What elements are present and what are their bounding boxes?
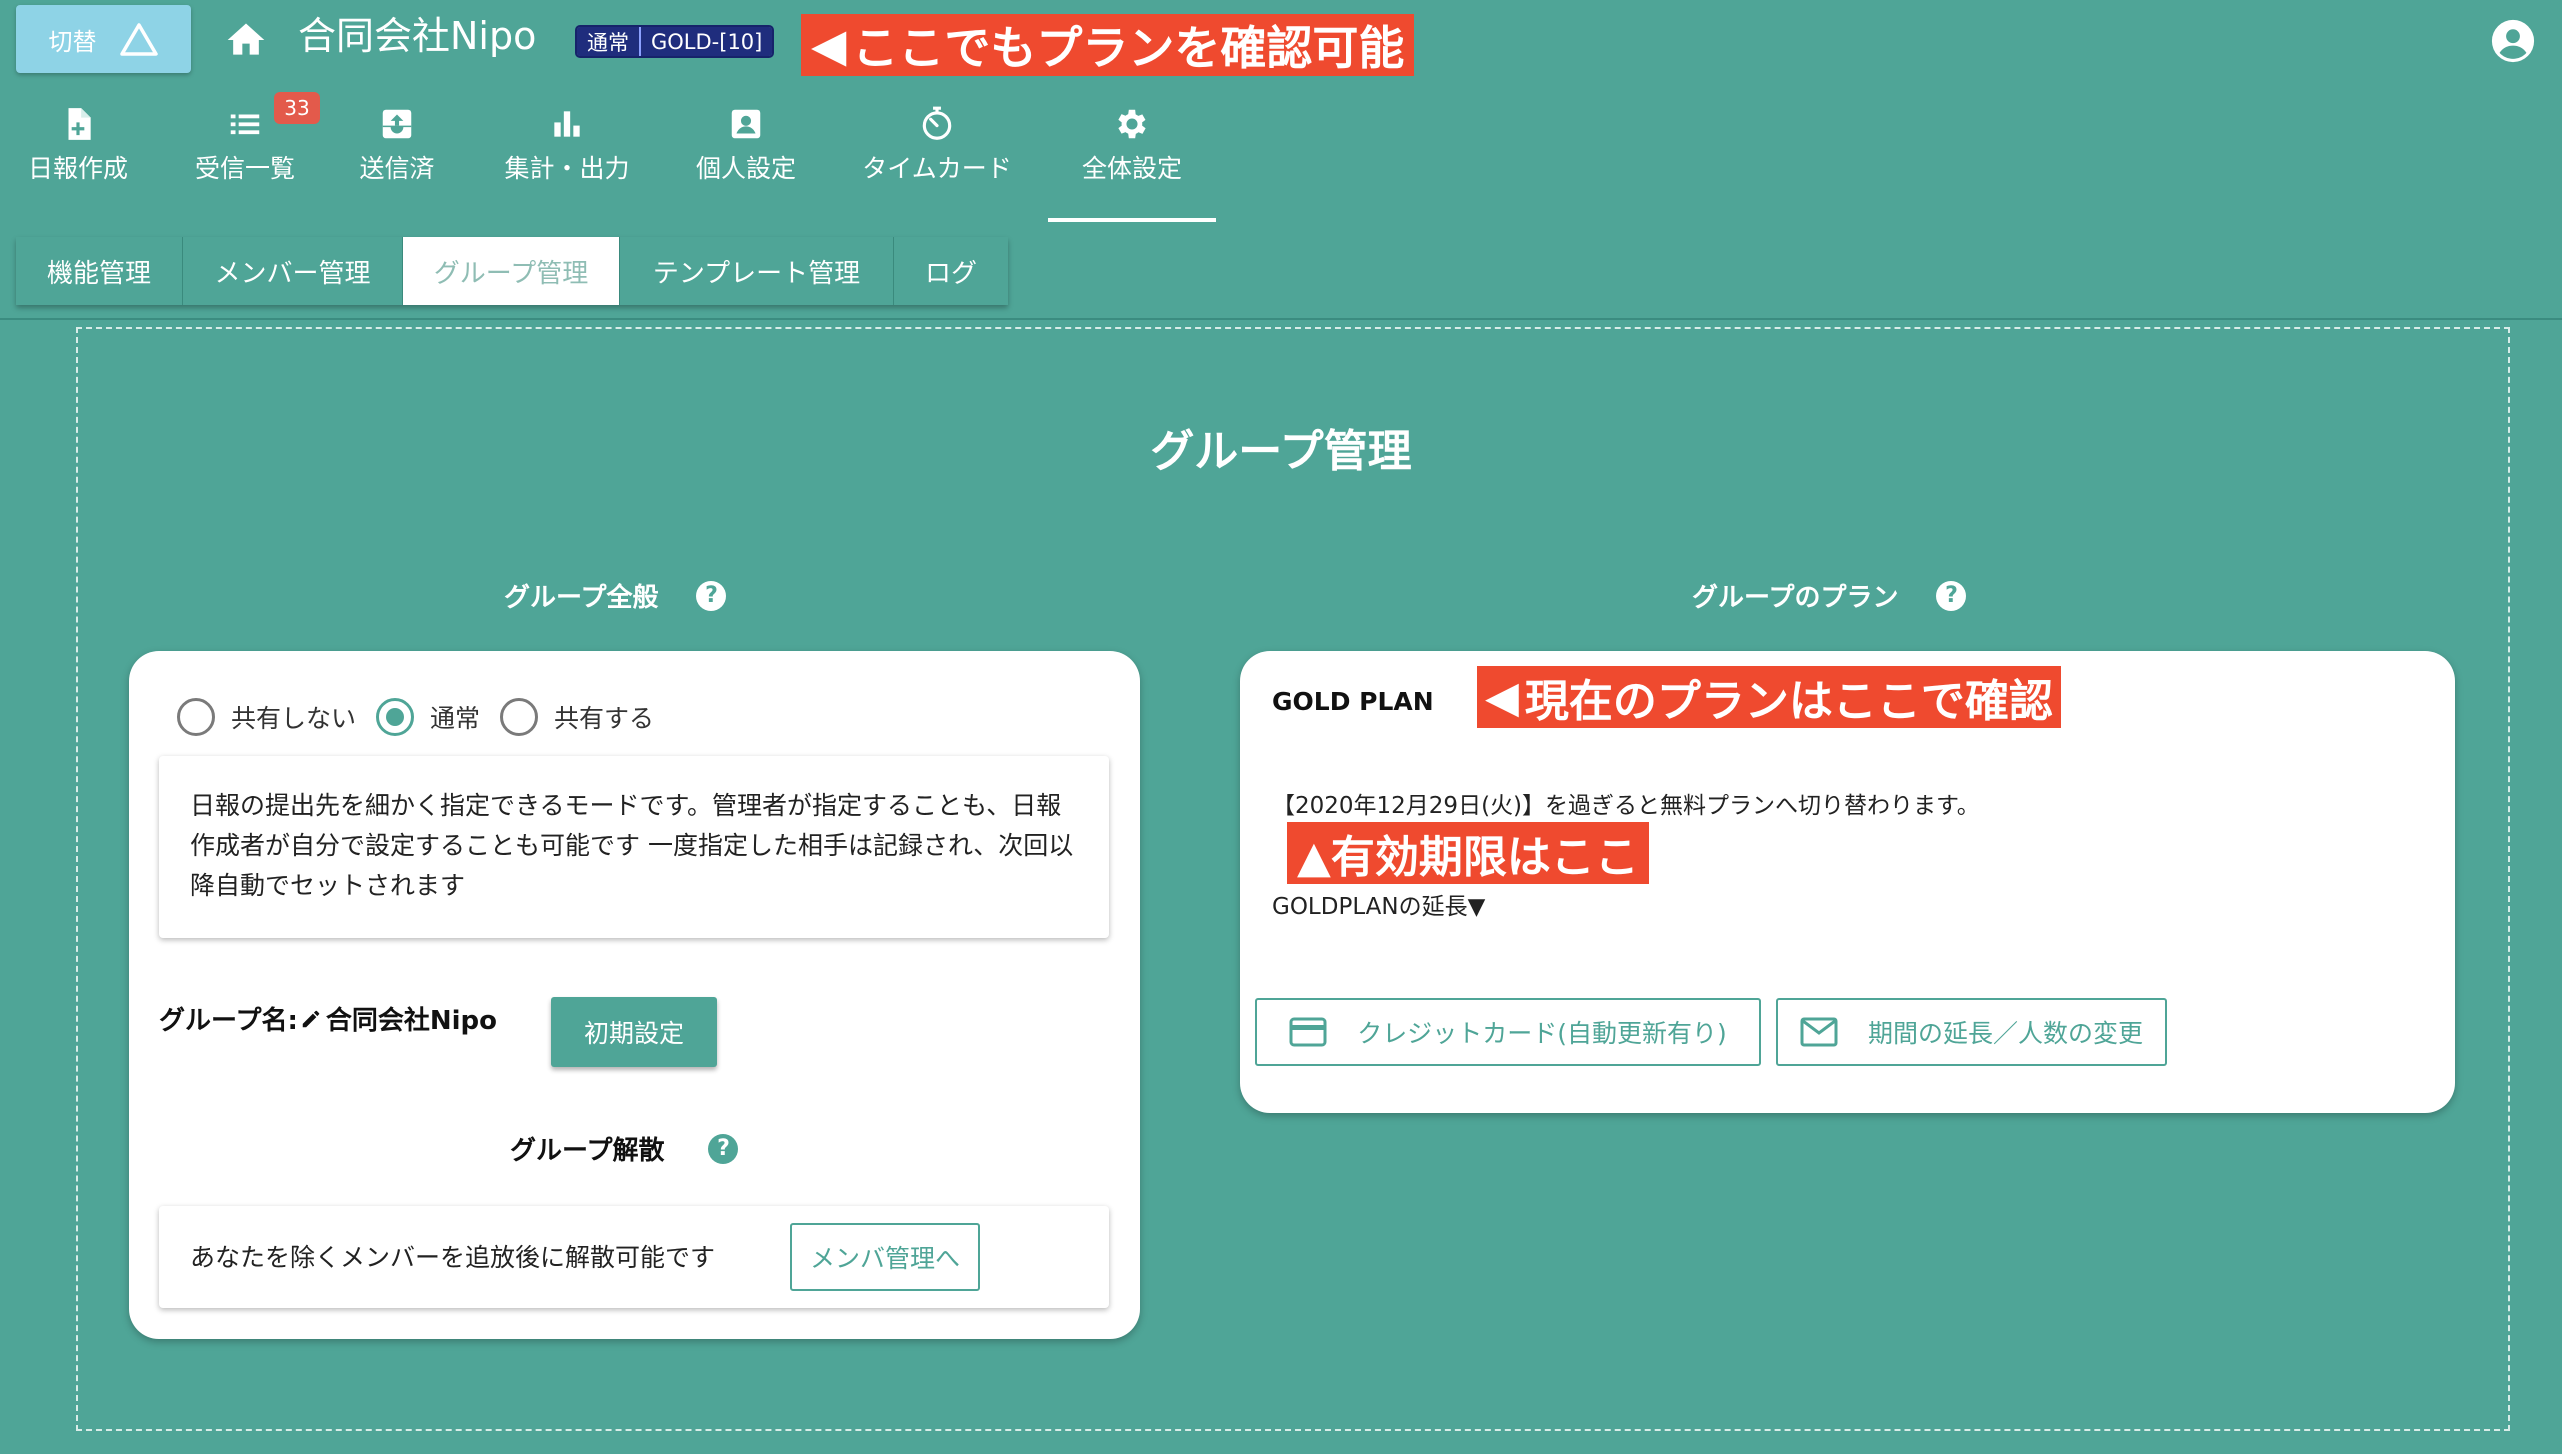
file-plus-icon [68, 108, 91, 140]
person-box-icon [731, 109, 761, 139]
help-icon[interactable]: ? [708, 1133, 739, 1164]
section-heading-label: グループ全般 [504, 583, 659, 613]
inbox-upload-icon [382, 109, 412, 139]
section-heading-label: グループ解散 [510, 1136, 665, 1166]
disband-text: あなたを除くメンバーを追放後に解散可能です [190, 1243, 716, 1272]
share-mode-radio-group: 共有しない 通常 共有する [177, 698, 674, 736]
help-icon[interactable]: ? [1936, 580, 1967, 611]
active-nav-indicator [1048, 218, 1216, 222]
nav-label: 送信済 [359, 154, 435, 183]
nav-aggregate-export[interactable]: 集計・出力 [497, 105, 637, 195]
plan-expiry-text: 【2020年12月29日(火)】を過ぎると無料プランへ切り替わります。 [1272, 793, 1980, 819]
left-triangle-icon: ◀ [811, 18, 847, 72]
nav-label: 個人設定 [695, 154, 796, 183]
nav-sent[interactable]: 送信済 [352, 105, 442, 195]
credit-card-button[interactable]: クレジットカード(自動更新有り) [1255, 998, 1761, 1066]
home-icon[interactable] [222, 18, 270, 62]
radio-label: 通常 [430, 704, 481, 733]
timer-icon [922, 106, 952, 140]
bar-chart-icon [554, 111, 580, 137]
nav-label: タイムカード [862, 154, 1012, 183]
group-name-row: グループ名: 合同会社Nipo [159, 1000, 497, 1037]
nav-daily-report-create[interactable]: 日報作成 [22, 105, 134, 195]
mail-icon [1800, 1017, 1838, 1047]
credit-card-button-label: クレジットカード(自動更新有り) [1357, 1019, 1727, 1048]
mode-description: 日報の提出先を細かく指定できるモードです。管理者が指定することも、日報作成者が自… [190, 791, 1074, 900]
plan-name: GOLD PLAN [1272, 687, 1434, 716]
member-management-button[interactable]: メンバ管理へ [790, 1223, 980, 1291]
pencil-icon[interactable] [300, 1008, 322, 1030]
callout-top-text: ここでもプランを確認可能 [852, 21, 1405, 75]
radio-share[interactable]: 共有する [500, 698, 654, 736]
group-name-label: グループ名: [159, 1006, 298, 1036]
credit-card-icon [1289, 1017, 1327, 1047]
callout-plan: ◀ 現在のプランはここで確認 [1477, 666, 2061, 728]
switch-label: 切替 [48, 27, 97, 56]
callout-plan-text: 現在のプランはここで確認 [1524, 676, 2053, 727]
radio-label: 共有する [554, 704, 655, 733]
page-title: グループ管理 [1150, 426, 1412, 477]
tab-log[interactable]: ログ [894, 237, 1008, 305]
radio-circle[interactable] [177, 698, 215, 736]
tab-group-management[interactable]: グループ管理 [403, 237, 620, 305]
callout-top: ◀ ここでもプランを確認可能 [801, 14, 1415, 76]
nav-global-settings[interactable]: 全体設定 [1074, 105, 1190, 195]
left-triangle-icon: ◀ [1485, 671, 1519, 723]
company-name: 合同会社Nipo [298, 14, 537, 58]
tab-template-management[interactable]: テンプレート管理 [620, 237, 894, 305]
nav-label: 全体設定 [1081, 154, 1182, 183]
radio-normal[interactable]: 通常 [376, 698, 480, 736]
help-icon[interactable]: ? [696, 580, 727, 611]
switch-button[interactable]: 切替 [16, 5, 191, 73]
plan-badge: 通常 GOLD-[10] [575, 25, 775, 58]
group-name-value: 合同会社Nipo [325, 1006, 497, 1036]
nav-label: 受信一覧 [194, 154, 295, 183]
radio-no-share[interactable]: 共有しない [177, 698, 356, 736]
unread-count-badge: 33 [274, 92, 320, 124]
radio-label: 共有しない [231, 704, 357, 733]
settings-subtabs: 機能管理 メンバー管理 グループ管理 テンプレート管理 ログ [16, 237, 1008, 305]
radio-circle-selected[interactable] [376, 698, 415, 736]
extend-period-button[interactable]: 期間の延長／人数の変更 [1776, 998, 2167, 1066]
plan-extend-toggle[interactable]: GOLDPLANの延長▼ [1272, 887, 1485, 921]
account-icon[interactable] [2490, 18, 2536, 64]
nav-label: 日報作成 [27, 154, 128, 183]
tab-member-management[interactable]: メンバー管理 [183, 237, 403, 305]
tab-feature-management[interactable]: 機能管理 [16, 237, 183, 305]
list-icon [230, 114, 260, 135]
nav-personal-settings[interactable]: 個人設定 [690, 105, 802, 195]
section-heading-label: グループのプラン [1692, 583, 1899, 613]
radio-circle[interactable] [500, 698, 539, 736]
warning-triangle-icon [119, 23, 158, 56]
plan-badge-mode: 通常 [577, 27, 639, 56]
callout-expiry: ▲有効期限はここ [1287, 822, 1649, 884]
nav-timecard[interactable]: タイムカード [857, 105, 1017, 195]
header-divider [0, 318, 2562, 320]
gear-icon [1118, 109, 1146, 139]
extend-period-button-label: 期間の延長／人数の変更 [1867, 1019, 2143, 1048]
section-heading-general: グループ全般 ? [504, 577, 727, 614]
initial-setup-button[interactable]: 初期設定 [551, 997, 717, 1067]
plan-badge-plan: GOLD-[10] [639, 27, 773, 56]
section-heading-disband: グループ解散 ? [510, 1130, 739, 1167]
section-heading-plan: グループのプラン ? [1692, 577, 1967, 614]
nav-label: 集計・出力 [504, 154, 630, 183]
